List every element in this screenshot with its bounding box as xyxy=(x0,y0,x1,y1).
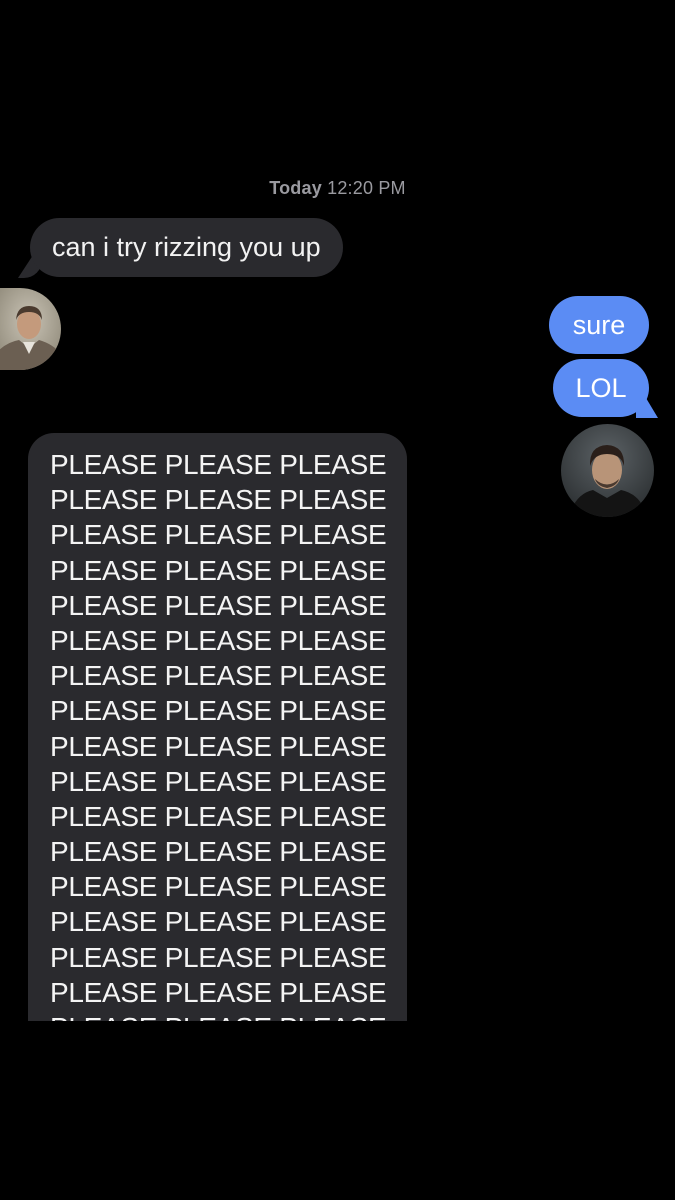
message-line: PLEASE PLEASE PLEASE xyxy=(50,449,387,480)
timestamp-time: 12:20 PM xyxy=(327,178,406,198)
message-text: LOL xyxy=(575,372,627,403)
message-line: PLEASE PLEASE PLEASE xyxy=(50,906,387,938)
message-text: sure xyxy=(572,309,626,340)
timestamp-day: Today xyxy=(269,178,322,198)
message-line: PLEASE PLEASE PLEASE xyxy=(50,871,387,903)
message-line: PLEASE PLEASE PLEASE xyxy=(50,941,387,973)
avatar-photo-icon xyxy=(0,288,61,370)
message-line: PLEASE PLEASE PLEASE xyxy=(50,484,387,516)
message-line: PLEASE PLEASE PLEASE xyxy=(50,695,387,727)
incoming-please-message-bubble[interactable]: PLEASE PLEASE PLEASE PLEASE PLEASE PLEAS… xyxy=(28,433,407,1021)
contact-avatar-left[interactable] xyxy=(0,288,61,370)
message-text: can i try rizzing you up xyxy=(52,232,321,262)
message-line: PLEASE PLEASE PLEASE xyxy=(50,765,387,797)
message-line: PLEASE PLEASE PLEASE xyxy=(50,554,387,586)
message-line: PLEASE PLEASE PLEASE xyxy=(50,730,387,762)
message-timestamp: Today 12:20 PM xyxy=(0,178,675,199)
incoming-message-bubble[interactable]: can i try rizzing you up xyxy=(30,218,343,277)
avatar-photo-icon xyxy=(561,424,654,517)
message-line: PLEASE PLEASE PLEASE xyxy=(50,589,387,621)
message-line: PLEASE PLEASE PLEASE xyxy=(50,624,387,656)
contact-avatar-right[interactable] xyxy=(561,424,654,517)
message-line: PLEASE PLEASE PLEASE xyxy=(50,519,387,551)
outgoing-message-bubble[interactable]: sure xyxy=(549,296,649,354)
message-line: PLEASE PLEASE PLEASE xyxy=(50,976,387,1008)
message-line: PLEASE PLEASE PLEASE xyxy=(50,800,387,832)
outgoing-message-bubble[interactable]: LOL xyxy=(553,359,649,417)
message-line: PLEASE PLEASE PLEASE xyxy=(50,836,387,868)
message-line: PLEASE PLEASE PLEASE xyxy=(50,1010,407,1021)
message-line: PLEASE PLEASE PLEASE xyxy=(50,660,387,692)
